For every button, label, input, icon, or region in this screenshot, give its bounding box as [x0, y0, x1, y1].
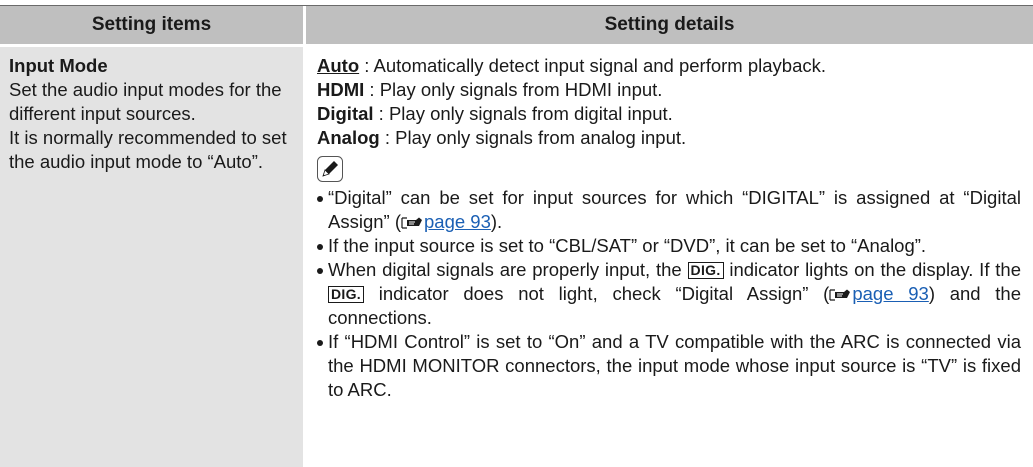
option-separator: :	[373, 103, 389, 124]
option-auto: Auto : Automatically detect input signal…	[317, 54, 1021, 78]
note-text: If “HDMI Control” is set to “On” and a T…	[328, 331, 1021, 400]
setting-title: Input Mode	[9, 55, 108, 76]
dig-indicator-badge: DIG.	[328, 286, 364, 303]
note-text: indicator lights on the display. If the	[723, 259, 1021, 280]
option-hdmi: HDMI : Play only signals from HDMI input…	[317, 78, 1021, 102]
page-reference-icon	[829, 289, 851, 301]
option-name: Auto	[317, 55, 360, 76]
header-setting-details: Setting details	[306, 6, 1033, 44]
setting-details-cell: Auto : Automatically detect input signal…	[306, 47, 1033, 467]
page-93-link[interactable]: page 93	[424, 211, 491, 232]
list-item: When digital signals are properly input,…	[317, 258, 1021, 330]
option-name: Digital	[317, 103, 374, 124]
option-name: HDMI	[317, 79, 365, 100]
option-desc: Automatically detect input signal and pe…	[373, 55, 826, 76]
option-desc: Play only signals from HDMI input.	[379, 79, 663, 100]
note-text: indicator does not light, check “Digital…	[363, 283, 830, 304]
option-analog: Analog : Play only signals from analog i…	[317, 126, 1021, 150]
table-header: Setting items Setting details	[0, 6, 1033, 44]
list-item: “Digital” can be set for input sources f…	[317, 186, 1021, 234]
page-reference-icon	[401, 217, 422, 229]
page-93-link[interactable]: page 93	[852, 283, 928, 304]
note-text: If the input source is set to “CBL/SAT” …	[328, 235, 927, 256]
dig-indicator-badge: DIG.	[687, 262, 724, 279]
option-name: Analog	[317, 127, 380, 148]
option-separator: :	[364, 79, 380, 100]
option-separator: :	[359, 55, 374, 76]
table-row: Input Mode Set the audio input modes for…	[0, 47, 1033, 467]
option-desc: Play only signals from analog input.	[395, 127, 687, 148]
note-text: ).	[490, 211, 503, 232]
pencil-note-icon	[317, 156, 343, 182]
option-digital: Digital : Play only signals from digital…	[317, 102, 1021, 126]
option-desc: Play only signals from digital input.	[388, 103, 673, 124]
setting-description: Set the audio input modes for the differ…	[9, 79, 282, 124]
list-item: If the input source is set to “CBL/SAT” …	[317, 234, 1021, 258]
notes-list: “Digital” can be set for input sources f…	[317, 186, 1021, 402]
option-separator: :	[379, 127, 396, 148]
note-text: When digital signals are properly input,…	[328, 259, 688, 280]
settings-table: Setting items Setting details Input Mode…	[0, 5, 1033, 467]
header-setting-items: Setting items	[0, 6, 303, 44]
setting-item-cell: Input Mode Set the audio input modes for…	[0, 47, 303, 467]
setting-recommendation: It is normally recommended to set the au…	[9, 127, 287, 172]
list-item: If “HDMI Control” is set to “On” and a T…	[317, 330, 1021, 402]
